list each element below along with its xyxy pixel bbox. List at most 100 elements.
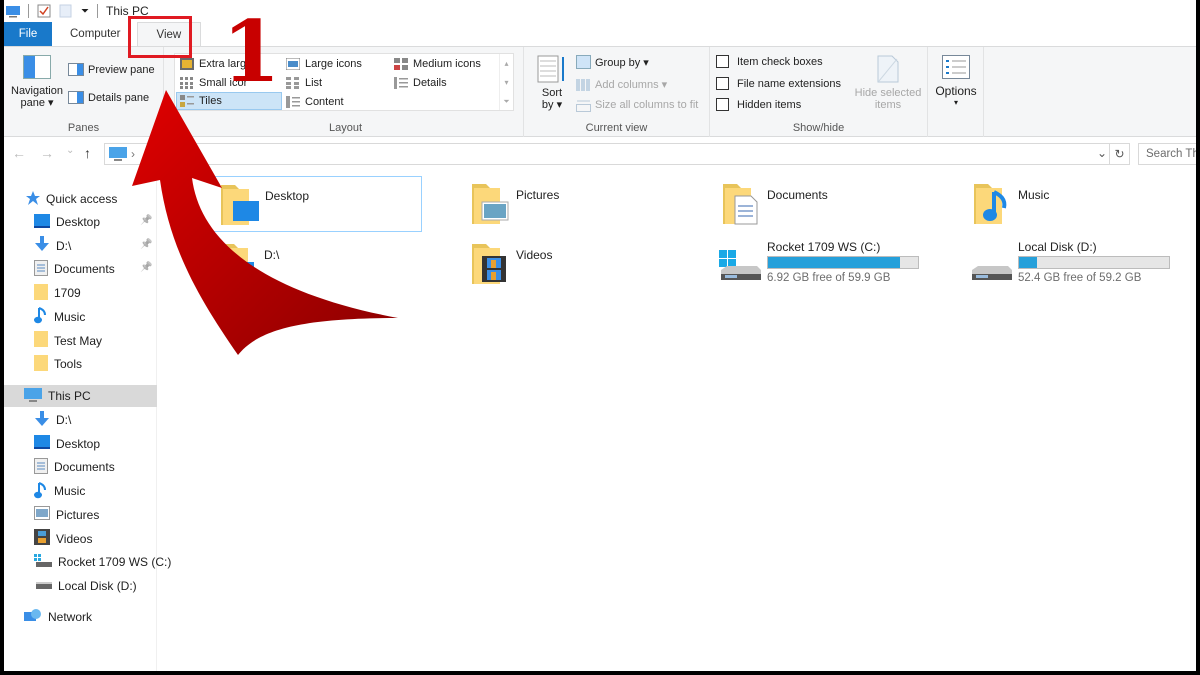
system-drive-icon (34, 553, 52, 571)
sidebar-this-pc[interactable]: This PC (4, 385, 157, 407)
computer-icon (6, 6, 20, 18)
sidebar-item-qa-documents[interactable]: Documents (34, 258, 115, 280)
layout-extra-large-icons[interactable]: Extra larg (177, 55, 246, 73)
checkbox-label: Hidden items (737, 98, 802, 111)
hidden-items-checkbox[interactable]: Hidden items (716, 98, 801, 111)
this-pc-icon (24, 387, 42, 405)
hide-selected-label: Hide selected (854, 87, 922, 99)
refresh-button[interactable]: ↻ (1109, 144, 1129, 164)
sidebar-quick-access[interactable]: Quick access (26, 188, 117, 210)
divider (28, 4, 29, 18)
breadcrumb-separator[interactable]: › (131, 147, 135, 161)
folder-icon (34, 331, 48, 350)
group-by-icon (576, 55, 591, 69)
sidebar-item-qa-desktop[interactable]: Desktop (34, 211, 100, 233)
forward-button[interactable]: → (40, 145, 54, 161)
options-button[interactable]: Options ▾ (934, 55, 978, 109)
up-button[interactable]: ↑ (84, 145, 91, 161)
nav-label: This PC (48, 389, 91, 403)
checkbox-unchecked[interactable] (716, 98, 729, 111)
folder-tile-desktop[interactable]: Desktop (176, 176, 422, 232)
folder-tile-music[interactable]: Music (930, 176, 1176, 232)
preview-pane-label: Preview pane (88, 63, 155, 76)
gallery-scroll[interactable]: ▴ ▾ ⏷ (499, 54, 513, 110)
drive-usage-bar (1018, 256, 1170, 269)
sidebar-item-pc-d-[interactable]: D:\ (34, 409, 71, 431)
sidebar-item-qa-music[interactable]: Music (34, 306, 85, 328)
hide-selected-items-button[interactable]: Hide selected items (850, 55, 926, 111)
recent-locations-button[interactable]: ⌄ (66, 145, 74, 156)
current-view-group: Sort by ▾ Group by ▾ Add columns ▾ Size … (524, 47, 710, 137)
sidebar-item-pc-rocket-1709-ws-c-[interactable]: Rocket 1709 WS (C:) (34, 551, 171, 573)
layout-small-icons[interactable]: Small icor (177, 74, 247, 92)
item-check-boxes-checkbox[interactable]: Item check boxes (716, 55, 823, 68)
sidebar-item-pc-music[interactable]: Music (34, 480, 85, 502)
file-name-extensions-checkbox[interactable]: File name extensions (716, 77, 841, 90)
pin-icon[interactable]: 📌 (140, 262, 152, 273)
drive-tile-c[interactable]: Rocket 1709 WS (C:) 6.92 GB free of 59.9 … (679, 236, 925, 296)
folder-icon (34, 354, 48, 374)
layout-details[interactable]: Details (391, 74, 447, 92)
system-drive-icon (719, 250, 761, 280)
tab-file[interactable]: File (4, 22, 52, 46)
breadcrumb-this-pc[interactable]: T (145, 147, 152, 161)
nav-label: Rocket 1709 WS (C:) (58, 555, 172, 570)
details-pane-button[interactable]: Details pane (68, 91, 149, 104)
layout-content[interactable]: Content (283, 93, 344, 111)
sidebar-item-qa-1709[interactable]: 1709 (34, 282, 81, 304)
size-columns-button[interactable]: Size all columns to fit (576, 98, 698, 112)
layout-list[interactable]: List (283, 74, 322, 92)
group-by-button[interactable]: Group by ▾ (576, 55, 649, 69)
search-input[interactable]: Search This PC (1138, 143, 1196, 165)
drive-usage-fill (768, 257, 900, 268)
tab-view[interactable]: View (136, 22, 202, 46)
back-button[interactable]: ← (12, 145, 26, 161)
large-icons-icon (286, 58, 300, 70)
layout-large-icons[interactable]: Large icons (283, 55, 362, 73)
sidebar-item-pc-documents[interactable]: Documents (34, 456, 115, 478)
new-folder-icon[interactable] (59, 4, 73, 18)
options-dropdown-icon: ▾ (953, 98, 958, 107)
pin-icon[interactable]: 📌 (140, 215, 152, 226)
sidebar-item-qa-test-may[interactable]: Test May (34, 330, 102, 352)
preview-pane-button[interactable]: Preview pane (68, 63, 155, 76)
videos-folder-icon (472, 244, 506, 284)
folder-name: D:\ (264, 248, 280, 262)
music-icon (34, 481, 48, 502)
folder-tile-videos[interactable]: Videos (428, 236, 674, 292)
show-hide-group: Item check boxes File name extensions Hi… (710, 47, 928, 137)
properties-icon[interactable] (37, 4, 51, 18)
sidebar-item-pc-local-disk-d-[interactable]: Local Disk (D:) (34, 575, 137, 597)
layout-label: Large icons (305, 58, 362, 70)
sidebar-item-qa-d-[interactable]: D:\ (34, 235, 71, 257)
panes-group: Navigation pane ▾ Preview pane Details p… (4, 47, 164, 137)
address-bar[interactable]: › T ⌄ ↻ (104, 143, 1130, 165)
sidebar-network[interactable]: Network (24, 606, 92, 628)
drive-tile-d[interactable]: Local Disk (D:) 52.4 GB free of 59.2 GB (930, 236, 1176, 296)
sort-by-button[interactable]: Sort by ▾ (532, 55, 572, 111)
navigation-pane-label: Navigation (11, 85, 63, 97)
address-dropdown-button[interactable]: ⌄ (1097, 146, 1107, 160)
music-folder-icon (974, 184, 1007, 224)
folder-tile-d-[interactable]: D:\ (176, 236, 422, 292)
layout-tiles[interactable]: Tiles (176, 92, 282, 110)
options-label: Options (935, 84, 977, 98)
pin-icon[interactable]: 📌 (140, 239, 152, 250)
nav-label: D:\ (56, 238, 72, 253)
checkbox-label: Item check boxes (737, 55, 823, 68)
sidebar-item-qa-tools[interactable]: Tools (34, 353, 82, 375)
layout-label: Tiles (199, 95, 222, 107)
customize-dropdown-icon[interactable]: ⏷ (81, 6, 89, 17)
options-icon (942, 55, 970, 79)
sidebar-item-pc-videos[interactable]: Videos (34, 528, 92, 550)
layout-medium-icons[interactable]: Medium icons (391, 55, 481, 73)
add-columns-button[interactable]: Add columns ▾ (576, 77, 667, 91)
sidebar-item-pc-pictures[interactable]: Pictures (34, 504, 99, 526)
tab-computer[interactable]: Computer (52, 22, 137, 46)
navigation-pane-button[interactable]: Navigation pane ▾ (6, 55, 68, 109)
sidebar-item-pc-desktop[interactable]: Desktop (34, 433, 100, 455)
folder-tile-documents[interactable]: Documents (679, 176, 925, 232)
checkbox-unchecked[interactable] (716, 55, 729, 68)
folder-tile-pictures[interactable]: Pictures (428, 176, 674, 232)
checkbox-unchecked[interactable] (716, 77, 729, 90)
